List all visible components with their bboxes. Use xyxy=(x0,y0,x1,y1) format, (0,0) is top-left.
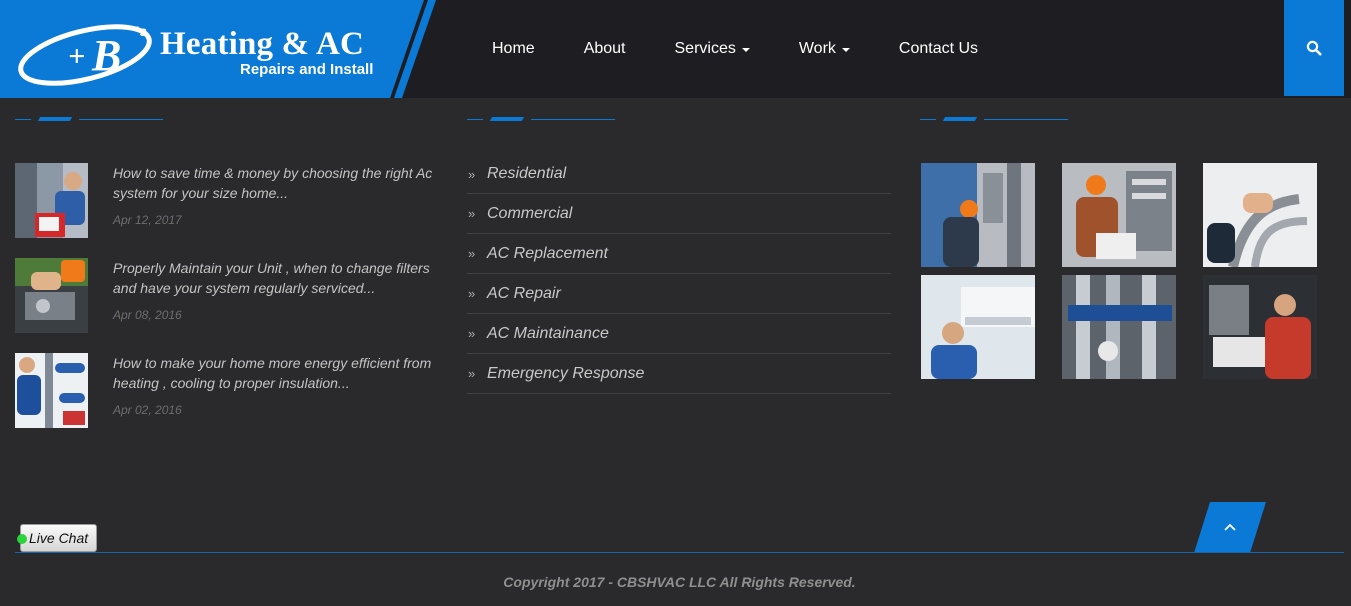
post-excerpt[interactable]: Properly Maintain your Unit , when to ch… xyxy=(113,258,438,298)
service-link-residential[interactable]: » Residential xyxy=(467,155,891,194)
svg-text:B: B xyxy=(91,31,121,80)
nav-item-contact-us[interactable]: Contact Us xyxy=(899,40,978,58)
post-excerpt[interactable]: How to make your home more energy effici… xyxy=(113,353,438,393)
recent-post[interactable]: Properly Maintain your Unit , when to ch… xyxy=(15,258,435,333)
footer-divider xyxy=(15,552,1344,553)
recent-post[interactable]: How to make your home more energy effici… xyxy=(15,353,435,428)
post-thumbnail[interactable] xyxy=(15,353,88,428)
online-status-icon xyxy=(17,534,27,544)
double-chevron-right-icon: » xyxy=(468,206,476,221)
post-date: Apr 02, 2016 xyxy=(113,403,182,417)
post-thumbnail[interactable] xyxy=(15,258,88,333)
service-link-ac-replacement[interactable]: » AC Replacement xyxy=(467,234,891,274)
svg-text:+: + xyxy=(68,40,85,73)
double-chevron-right-icon: » xyxy=(468,286,476,301)
nav-item-label: Work xyxy=(798,40,836,57)
search-icon xyxy=(1306,40,1322,56)
logo-subtitle: Repairs and Install xyxy=(240,61,374,78)
caret-down-icon xyxy=(841,48,850,52)
logo-title: Heating & AC xyxy=(160,26,365,62)
post-excerpt[interactable]: How to save time & money by choosing the… xyxy=(113,163,438,203)
service-label: AC Maintainance xyxy=(487,324,609,342)
post-date: Apr 12, 2017 xyxy=(113,213,182,227)
double-chevron-right-icon: » xyxy=(468,326,476,341)
service-label: AC Replacement xyxy=(487,244,608,262)
recent-post[interactable]: How to save time & money by choosing the… xyxy=(15,163,435,238)
back-to-top-button[interactable] xyxy=(1194,502,1266,553)
post-date: Apr 08, 2016 xyxy=(113,308,182,322)
live-chat-label: Live Chat xyxy=(29,530,89,546)
gallery-image[interactable] xyxy=(921,163,1035,267)
service-link-ac-repair[interactable]: » AC Repair xyxy=(467,274,891,314)
gallery-image[interactable] xyxy=(1062,275,1176,379)
nav-item-about[interactable]: About xyxy=(584,40,626,58)
main-nav: Home About Services Work Contact Us xyxy=(470,0,1027,98)
gallery-image[interactable] xyxy=(1062,163,1176,267)
service-link-ac-maintainance[interactable]: » AC Maintainance xyxy=(467,314,891,354)
svg-text:'s: 's xyxy=(136,23,147,39)
nav-item-label: Contact Us xyxy=(898,40,979,57)
live-chat-button[interactable]: Live Chat xyxy=(17,524,97,552)
services-list: » Residential » Commercial » AC Replacem… xyxy=(467,155,891,394)
logo[interactable]: + B 's Heating & AC Repairs and Install xyxy=(0,0,440,98)
nav-item-services[interactable]: Services xyxy=(675,40,750,58)
service-label: Residential xyxy=(487,165,567,182)
caret-down-icon xyxy=(741,48,750,52)
nav-item-label: Services xyxy=(674,40,736,57)
service-label: Emergency Response xyxy=(487,364,645,382)
service-link-commercial[interactable]: » Commercial xyxy=(467,194,891,234)
gallery-image[interactable] xyxy=(921,275,1035,379)
gallery-image[interactable] xyxy=(1203,275,1317,379)
service-label: Commercial xyxy=(487,204,573,222)
double-chevron-right-icon: » xyxy=(468,166,476,182)
copyright-text: Copyright 2017 - CBSHVAC LLC All Rights … xyxy=(503,574,856,590)
nav-item-home[interactable]: Home xyxy=(492,40,535,58)
site-header: + B 's Heating & AC Repairs and Install … xyxy=(0,0,1351,98)
double-chevron-right-icon: » xyxy=(468,246,476,261)
gallery-image[interactable] xyxy=(1203,163,1317,267)
nav-item-label: About xyxy=(583,40,626,57)
nav-item-label: Home xyxy=(492,40,535,57)
post-thumbnail[interactable] xyxy=(15,163,88,238)
search-button[interactable] xyxy=(1284,0,1344,96)
service-link-emergency-response[interactable]: » Emergency Response xyxy=(467,354,891,394)
service-label: AC Repair xyxy=(487,284,561,302)
double-chevron-right-icon: » xyxy=(468,366,476,381)
nav-item-work[interactable]: Work xyxy=(799,40,850,58)
